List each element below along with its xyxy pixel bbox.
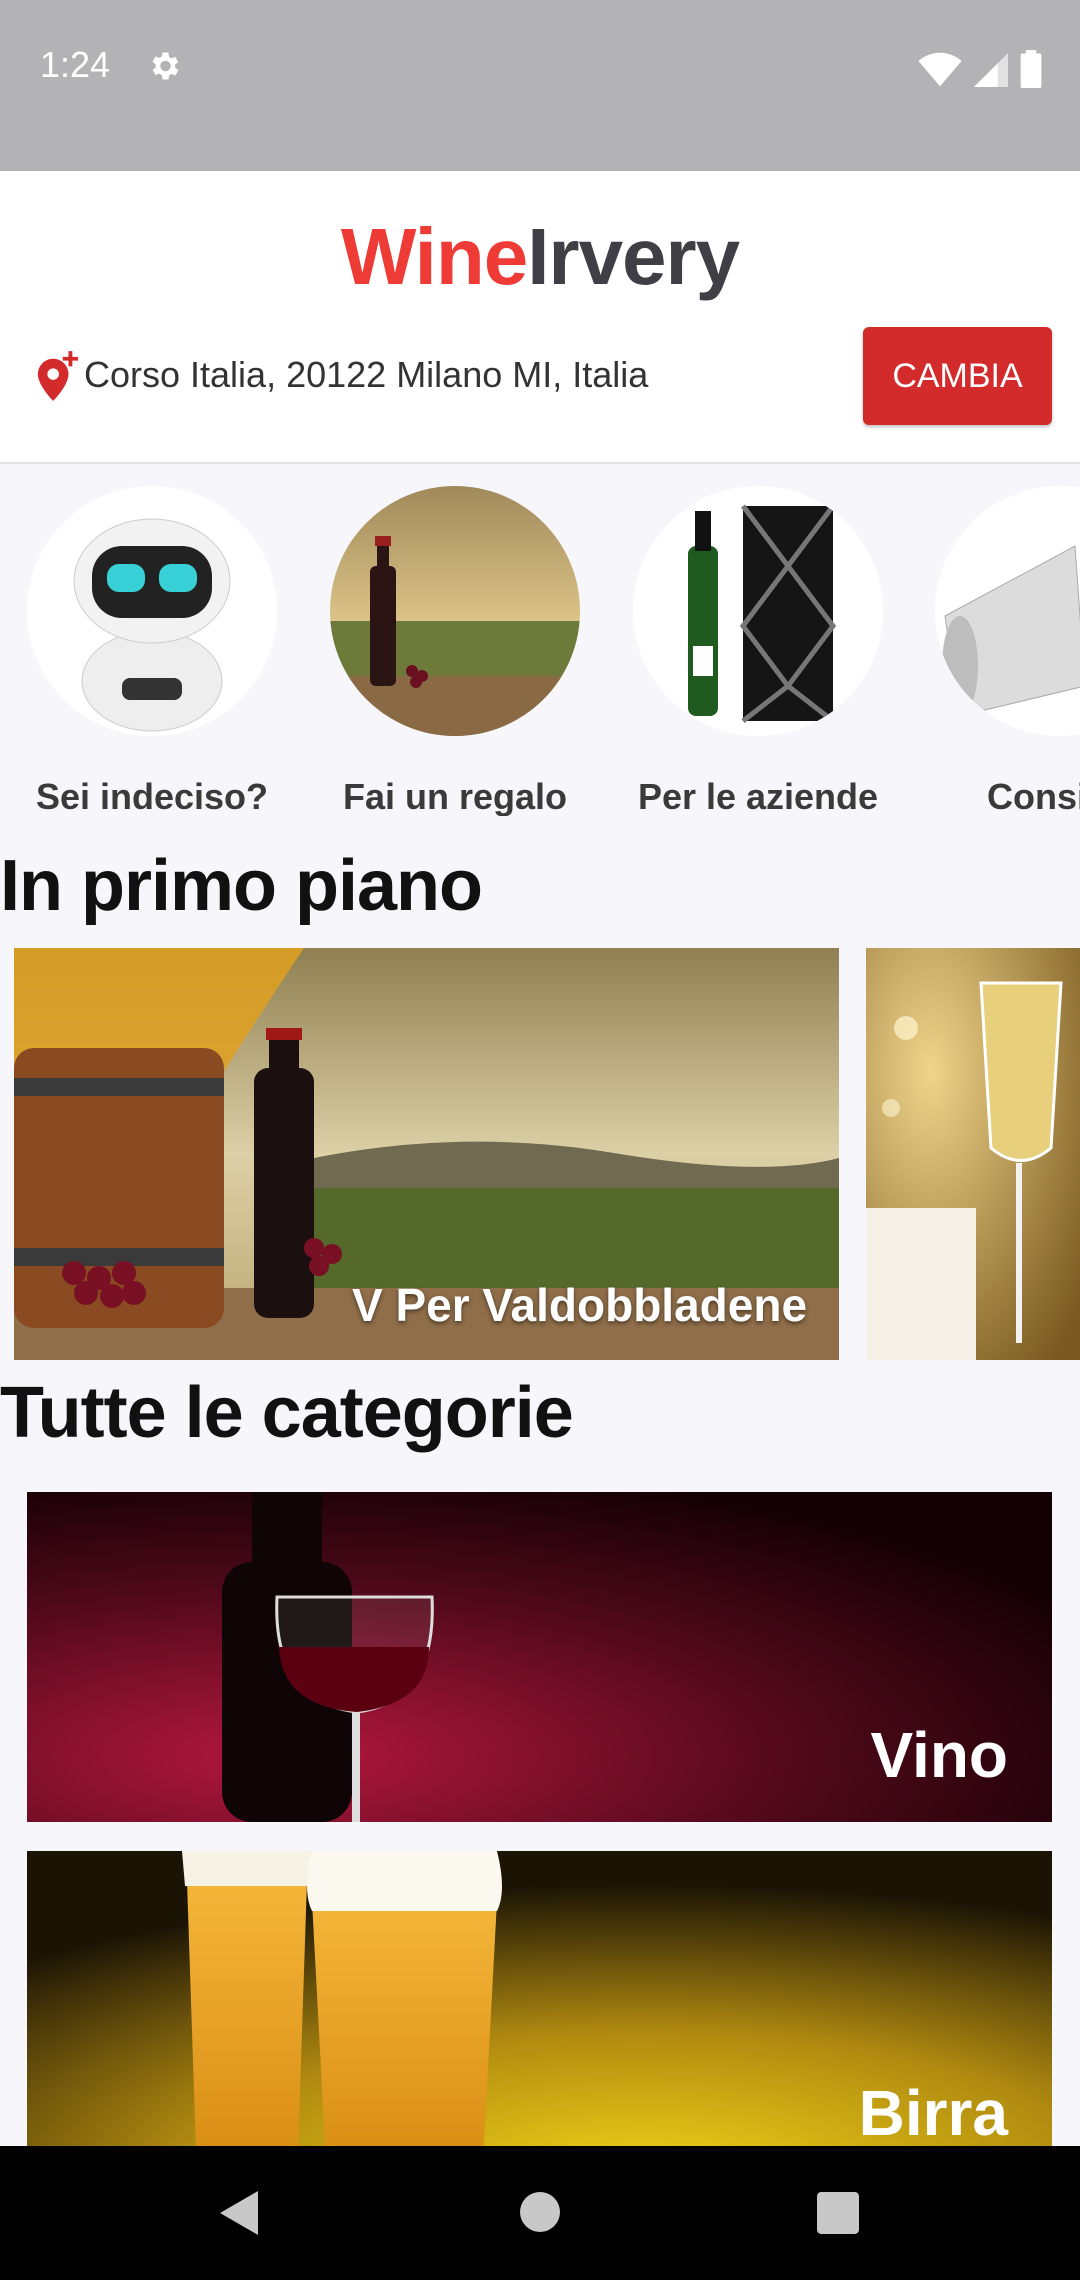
quick-link-label: Per le aziende	[637, 776, 879, 816]
quick-link-undecided[interactable]: Sei indeciso?	[27, 486, 277, 816]
recents-icon[interactable]	[817, 2192, 859, 2234]
battery-icon	[1020, 50, 1042, 88]
robot-image	[27, 486, 277, 736]
settings-gear-icon	[152, 52, 179, 80]
back-icon[interactable]	[218, 2189, 262, 2237]
featured-card[interactable]: V Per Valdobbladene	[14, 948, 839, 1360]
quick-link-gift[interactable]: Fai un regalo	[330, 486, 580, 816]
wine-landscape-image	[330, 486, 580, 736]
status-bar: 1:24	[0, 0, 1080, 171]
system-navigation-bar	[0, 2146, 1080, 2280]
category-label: Vino	[870, 1719, 1009, 1791]
quick-link-label: Consi	[987, 776, 1080, 816]
megaphone-image	[935, 486, 1080, 736]
app-logo: WineIrvery	[0, 211, 1080, 303]
home-icon[interactable]	[518, 2190, 562, 2234]
featured-section-title: In primo piano	[0, 846, 483, 926]
cell-signal-icon	[974, 53, 1008, 87]
category-card-vino[interactable]: Vino	[27, 1492, 1052, 1822]
change-address-button[interactable]: CAMBIA	[863, 327, 1052, 425]
featured-caption: V Per Valdobbladene	[352, 1279, 808, 1331]
category-label: Birra	[858, 2077, 1008, 2149]
logo-part-irvery: Irvery	[527, 212, 740, 301]
status-time: 1:24	[40, 44, 111, 85]
featured-image-champagne	[866, 948, 1080, 1360]
quick-link-advice[interactable]: Consi	[935, 486, 1080, 816]
delivery-address[interactable]: Corso Italia, 20122 Milano MI, Italia	[84, 354, 648, 396]
wifi-icon	[918, 52, 962, 87]
quick-link-label: Sei indeciso?	[35, 776, 269, 816]
featured-card-next[interactable]	[866, 948, 1080, 1360]
location-pin-add-icon	[37, 351, 79, 401]
quick-link-companies[interactable]: Per le aziende	[633, 486, 883, 816]
gift-box-bottle-image	[633, 486, 883, 736]
category-card-birra[interactable]: Birra	[27, 1851, 1052, 2181]
quick-link-label: Fai un regalo	[342, 776, 568, 816]
app-header: WineIrvery Corso Italia, 20122 Milano MI…	[0, 171, 1080, 464]
quick-links-row[interactable]: Sei indeciso? Fai un regalo Per le azien…	[0, 466, 1080, 816]
logo-part-wine: Wine	[340, 212, 528, 301]
categories-section-title: Tutte le categorie	[0, 1373, 574, 1453]
